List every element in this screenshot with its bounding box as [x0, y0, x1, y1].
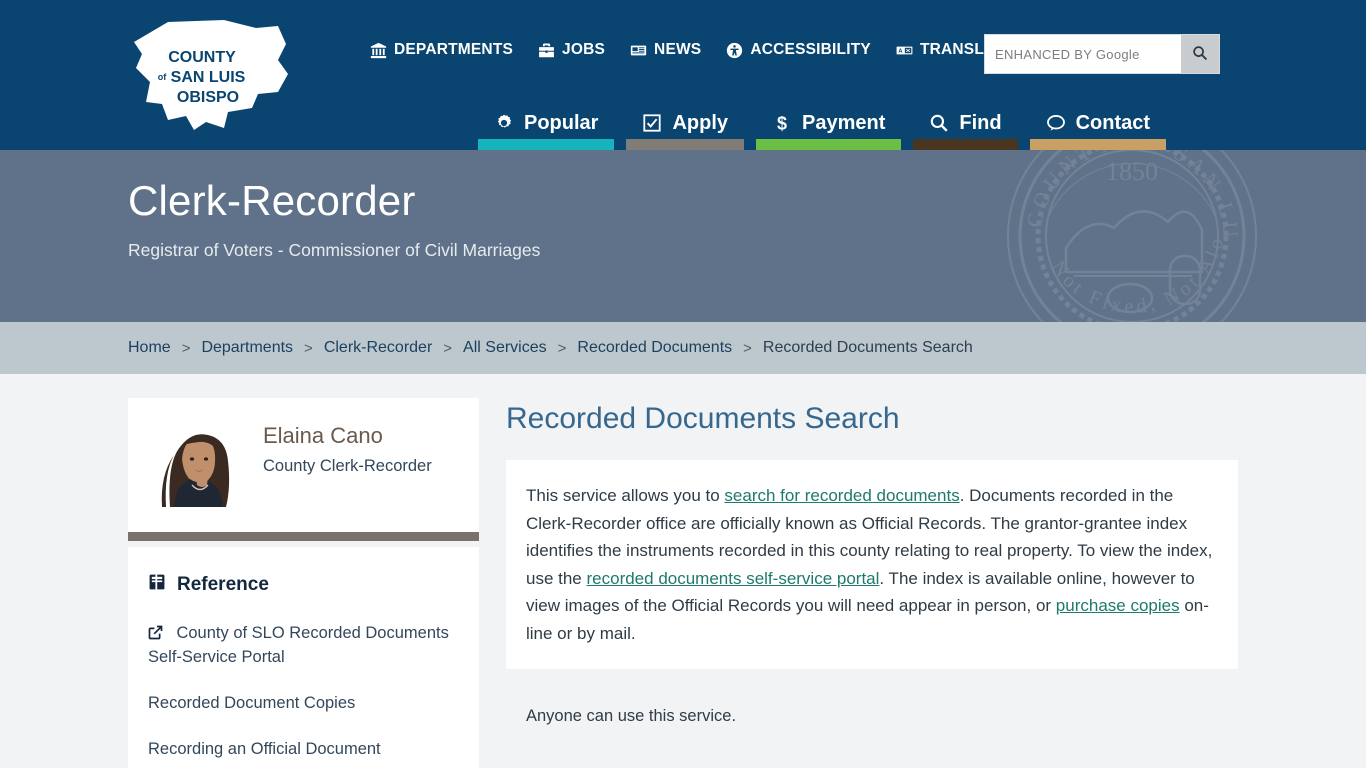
reference-link-self-service-portal[interactable]: County of SLO Recorded Documents Self-Se…: [148, 624, 449, 666]
official-profile-card: Elaina Cano County Clerk-Recorder: [128, 398, 479, 532]
utility-nav-label: NEWS: [654, 41, 702, 58]
reference-link-recorded-document-copies[interactable]: Recorded Document Copies: [148, 694, 355, 712]
service-intro-card: This service allows you to search for re…: [506, 460, 1238, 670]
utility-nav-label: ACCESSIBILITY: [750, 41, 871, 58]
breadcrumb: Home > Departments > Clerk-Recorder > Al…: [0, 339, 973, 357]
bank-icon: [370, 42, 387, 59]
county-seal-watermark: 1850 COUNTY OF SAN LUIS OBISPO Not Fixed…: [994, 150, 1260, 322]
nav-tab-contact[interactable]: Contact: [1024, 96, 1172, 150]
list-item: Recorded Document Copies: [148, 692, 459, 716]
service-intro-text: This service allows you to search for re…: [526, 482, 1216, 647]
sidebar: Elaina Cano County Clerk-Recorder Refere…: [128, 398, 479, 768]
utility-nav-item-departments[interactable]: DEPARTMENTS: [370, 41, 513, 59]
nav-tab-payment[interactable]: $ Payment: [750, 96, 907, 150]
dollar-icon: $: [772, 113, 792, 133]
breadcrumb-bar: Home > Departments > Clerk-Recorder > Al…: [0, 322, 1366, 374]
nav-tab-apply[interactable]: Apply: [620, 96, 750, 150]
logo-line-1: COUNTY: [168, 49, 236, 66]
page-body: Elaina Cano County Clerk-Recorder Refere…: [0, 374, 1366, 768]
nav-tab-label: Contact: [1075, 111, 1151, 134]
nav-tab-underline: [478, 139, 615, 150]
breadcrumb-separator: >: [743, 339, 752, 357]
utility-nav-label: JOBS: [562, 41, 606, 58]
page-subtitle: Registrar of Voters - Commissioner of Ci…: [128, 240, 541, 261]
utility-nav-item-accessibility[interactable]: ACCESSIBILITY: [726, 41, 871, 59]
breadcrumb-item-home[interactable]: Home: [128, 339, 171, 357]
nav-tab-underline: [756, 139, 902, 150]
main-content: Recorded Documents Search This service a…: [506, 398, 1238, 768]
breadcrumb-separator: >: [304, 339, 313, 357]
county-of-san-luis-obispo-logo[interactable]: COUNTY of SAN LUIS OBISPO: [128, 16, 298, 136]
reference-link-recording-official-document[interactable]: Recording an Official Document: [148, 740, 381, 758]
briefcase-icon: [538, 42, 555, 59]
nav-tab-label: Apply: [672, 111, 729, 134]
logo-line-3: OBISPO: [177, 89, 239, 106]
nav-tab-popular[interactable]: Popular: [472, 96, 620, 150]
eligibility-text: Anyone can use this service.: [526, 707, 737, 726]
search-icon: [1192, 45, 1208, 64]
nav-tab-find[interactable]: Find: [907, 96, 1023, 150]
reference-list: County of SLO Recorded Documents Self-Se…: [148, 622, 459, 762]
logo-line-2: SAN LUIS: [171, 69, 246, 86]
breadcrumb-item-departments[interactable]: Departments: [201, 339, 293, 357]
nav-tab-underline: [626, 139, 745, 150]
reference-heading: Reference: [148, 573, 459, 596]
link-recorded-documents-self-service-portal[interactable]: recorded documents self-service portal: [587, 569, 880, 588]
breadcrumb-separator: >: [181, 339, 191, 357]
translate-icon: A: [896, 42, 913, 59]
link-search-for-recorded-documents[interactable]: search for recorded documents: [724, 486, 959, 505]
search-icon: [929, 113, 949, 133]
svg-text:$: $: [777, 113, 787, 133]
reference-heading-label: Reference: [177, 573, 269, 595]
svg-text:A: A: [898, 48, 902, 54]
breadcrumb-separator: >: [443, 339, 453, 357]
nav-tab-label: Payment: [802, 111, 886, 134]
page-hero-banner: 1850 COUNTY OF SAN LUIS OBISPO Not Fixed…: [0, 150, 1366, 322]
gear-icon: [494, 113, 514, 133]
official-role: County Clerk-Recorder: [263, 457, 432, 475]
utility-nav-item-news[interactable]: NEWS: [630, 41, 701, 59]
link-purchase-copies[interactable]: purchase copies: [1056, 596, 1180, 615]
page-title: Clerk-Recorder: [128, 177, 416, 224]
nav-tab-label: Find: [959, 111, 1002, 134]
list-item: Recording an Official Document: [148, 738, 459, 762]
utility-nav-item-jobs[interactable]: JOBS: [538, 41, 605, 59]
main-heading: Recorded Documents Search: [506, 402, 900, 435]
breadcrumb-item-all-services[interactable]: All Services: [463, 339, 547, 357]
newspaper-icon: [630, 42, 647, 59]
reference-section: Reference County of SLO Recorded Documen…: [128, 547, 479, 768]
nav-tab-underline: [1029, 139, 1167, 150]
list-item: County of SLO Recorded Documents Self-Se…: [148, 622, 459, 670]
nav-tab-underline: [913, 139, 1018, 150]
google-search-box: [984, 34, 1220, 74]
chat-bubble-icon: [1046, 113, 1066, 133]
breadcrumb-item-recorded-documents[interactable]: Recorded Documents: [577, 339, 732, 357]
main-nav: Popular Apply $ Payment Find Contact: [472, 96, 1172, 150]
search-button[interactable]: [1181, 35, 1219, 73]
breadcrumb-item-current: Recorded Documents Search: [762, 339, 973, 356]
nav-tab-label: Popular: [524, 111, 599, 134]
seal-year: 1850: [1106, 157, 1158, 186]
intro-text-part-1: This service allows you to: [526, 486, 725, 505]
search-input[interactable]: [985, 35, 1181, 73]
sidebar-divider: [128, 532, 479, 541]
official-name: Elaina Cano: [263, 423, 383, 448]
accessibility-icon: [726, 42, 743, 59]
book-icon: [148, 573, 166, 596]
breadcrumb-item-clerk-recorder[interactable]: Clerk-Recorder: [324, 339, 432, 357]
avatar: [148, 415, 245, 507]
logo-line-of: of: [158, 72, 167, 82]
utility-nav: DEPARTMENTS JOBS NEWS ACCESSIBILITY A TR…: [370, 41, 1014, 59]
breadcrumb-separator: >: [557, 339, 567, 357]
checkbox-icon: [642, 113, 662, 133]
site-header: COUNTY of SAN LUIS OBISPO DEPARTMENTS JO…: [0, 0, 1366, 150]
external-link-icon: [148, 625, 163, 640]
utility-nav-label: DEPARTMENTS: [394, 41, 514, 58]
